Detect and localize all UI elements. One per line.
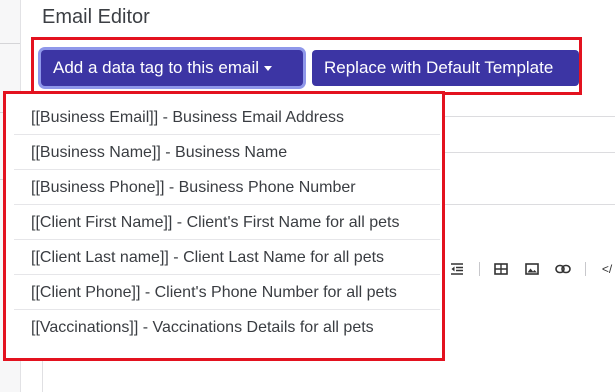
caret-down-icon	[264, 65, 273, 71]
outdent-icon[interactable]	[448, 260, 466, 278]
add-data-tag-button[interactable]: Add a data tag to this email	[41, 50, 303, 86]
toolbar-separator	[479, 262, 480, 276]
dropdown-item-business-name[interactable]: [[Business Name]] - Business Name	[14, 135, 440, 170]
editor-field-border	[440, 116, 615, 117]
link-icon[interactable]	[554, 260, 572, 278]
page-title: Email Editor	[42, 6, 150, 28]
dropdown-item-client-first-name[interactable]: [[Client First Name]] - Client's First N…	[14, 205, 440, 240]
data-tag-dropdown-menu: [[Business Email]] - Business Email Addr…	[14, 100, 440, 345]
dropdown-item-client-phone[interactable]: [[Client Phone]] - Client's Phone Number…	[14, 275, 440, 310]
dropdown-item-client-last-name[interactable]: [[Client Last name]] - Client Last Name …	[14, 240, 440, 275]
dropdown-item-business-email[interactable]: [[Business Email]] - Business Email Addr…	[14, 100, 440, 135]
toolbar-separator	[585, 262, 586, 276]
code-view-icon[interactable]: </	[598, 260, 615, 278]
editor-toolbar: </	[448, 260, 615, 278]
dropdown-item-business-phone[interactable]: [[Business Phone]] - Business Phone Numb…	[14, 170, 440, 205]
replace-template-label: Replace with Default Template	[324, 58, 554, 77]
editor-field-border	[440, 204, 615, 205]
sidebar-divider	[0, 43, 20, 44]
image-icon[interactable]	[523, 260, 541, 278]
code-view-glyph: </	[601, 262, 613, 276]
replace-default-template-button[interactable]: Replace with Default Template	[312, 50, 579, 86]
editor-field-border	[440, 152, 615, 153]
dropdown-item-vaccinations[interactable]: [[Vaccinations]] - Vaccinations Details …	[14, 310, 440, 345]
table-icon[interactable]	[492, 260, 510, 278]
add-data-tag-label: Add a data tag to this email	[53, 58, 260, 77]
